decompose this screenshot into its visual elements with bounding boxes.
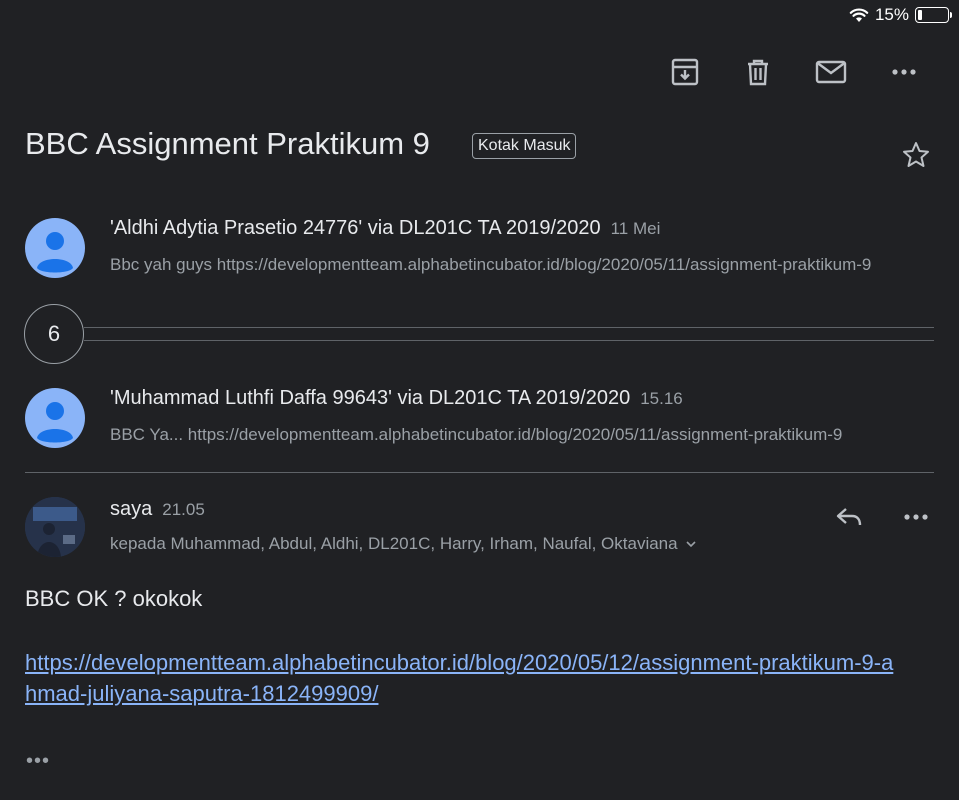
message-snippet: BBC Ya... https://developmentteam.alphab… <box>110 425 843 444</box>
collapsed-messages-count[interactable]: 6 <box>24 304 84 364</box>
collapsed-divider-bottom <box>84 340 934 341</box>
message-snippet: Bbc yah guys https://developmentteam.alp… <box>110 255 872 274</box>
mark-unread-icon <box>815 60 847 84</box>
show-trimmed-content-button[interactable]: ••• <box>26 750 50 773</box>
message-row[interactable]: 'Aldhi Adytia Prasetio 24776' via DL201C… <box>0 200 959 300</box>
star-icon <box>903 142 929 167</box>
more-options-button[interactable] <box>884 52 924 92</box>
message-time: 15.16 <box>640 389 683 408</box>
chevron-down-icon <box>686 541 696 548</box>
battery-percentage: 15% <box>874 5 909 24</box>
collapsed-divider-top <box>84 327 934 328</box>
person-icon <box>37 232 73 273</box>
message-body: BBC OK ? okokok <box>25 586 203 611</box>
battery-level <box>918 10 922 20</box>
archive-icon <box>671 58 699 86</box>
message-row[interactable]: 'Muhammad Luthfi Daffa 99643' via DL201C… <box>0 370 959 470</box>
mark-unread-button[interactable] <box>811 52 851 92</box>
message-link[interactable]: https://developmentteam.alphabetincubato… <box>25 647 905 709</box>
wifi-icon <box>849 8 869 22</box>
recipients-list: kepada Muhammad, Abdul, Aldhi, DL201C, H… <box>110 534 678 553</box>
delete-icon <box>748 59 768 86</box>
reply-button[interactable] <box>829 497 869 537</box>
archive-button[interactable] <box>665 52 705 92</box>
star-button[interactable] <box>896 135 936 175</box>
more-icon <box>904 514 928 520</box>
sender-name: 'Aldhi Adytia Prasetio 24776' via DL201C… <box>110 217 601 239</box>
status-bar: 15% <box>849 4 952 26</box>
recipients-toggle[interactable]: kepada Muhammad, Abdul, Aldhi, DL201C, H… <box>110 534 698 554</box>
inbox-label-chip[interactable]: Kotak Masuk <box>472 133 577 159</box>
avatar <box>25 388 85 448</box>
message-divider <box>25 472 934 473</box>
sender-name: 'Muhammad Luthfi Daffa 99643' via DL201C… <box>110 387 631 409</box>
message-more-button[interactable] <box>896 497 936 537</box>
sender-name: saya <box>110 498 153 520</box>
reply-icon <box>836 508 862 526</box>
more-icon <box>892 69 916 75</box>
profile-photo-icon <box>25 497 85 557</box>
user-avatar[interactable] <box>25 497 85 557</box>
avatar <box>25 218 85 278</box>
person-icon <box>37 402 73 443</box>
message-time: 11 Mei <box>610 219 661 238</box>
message-time: 21.05 <box>162 500 205 519</box>
email-subject: BBC Assignment Praktikum 9 <box>25 126 430 161</box>
battery-icon <box>915 7 952 23</box>
delete-button[interactable] <box>738 52 778 92</box>
